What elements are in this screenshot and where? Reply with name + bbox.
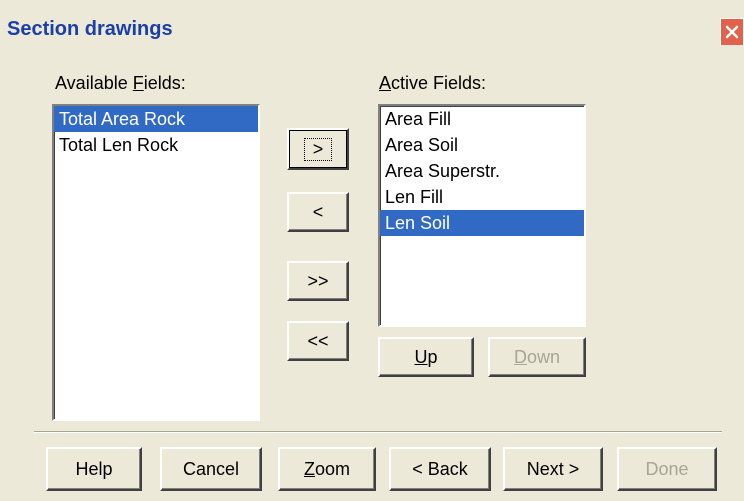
remove-all-fields-button[interactable]: <<	[287, 321, 349, 361]
available-fields-list[interactable]: Total Area Rock Total Len Rock	[52, 104, 260, 421]
title-bar: Section drawings	[0, 0, 744, 46]
zoom-button[interactable]: Zoom	[278, 447, 376, 491]
list-item[interactable]: Area Fill	[380, 106, 584, 132]
list-item[interactable]: Len Fill	[380, 184, 584, 210]
active-fields-list[interactable]: Area Fill Area Soil Area Superstr. Len Fill…	[378, 104, 586, 327]
done-button[interactable]: Done	[617, 447, 717, 491]
available-fields-label: Available Fields:	[55, 73, 186, 93]
help-button[interactable]: Help	[46, 447, 142, 491]
window-title: Section drawings	[7, 18, 173, 40]
close-button[interactable]	[720, 18, 744, 46]
list-item[interactable]: Total Len Rock	[54, 132, 258, 158]
active-fields-label: Active Fields:	[379, 73, 487, 93]
remove-field-button[interactable]: <	[287, 192, 349, 232]
move-down-button[interactable]: Down	[488, 337, 586, 377]
list-item[interactable]: Area Superstr.	[380, 158, 584, 184]
next-button[interactable]: Next >	[503, 447, 603, 491]
list-item[interactable]: Total Area Rock	[54, 106, 258, 132]
move-up-button[interactable]: Up	[378, 337, 474, 377]
dialog-body: Available Fields: Total Area Rock Total L…	[0, 45, 744, 501]
separator	[34, 431, 722, 433]
back-button[interactable]: < Back	[389, 447, 491, 491]
cancel-button[interactable]: Cancel	[160, 447, 262, 491]
list-item[interactable]: Area Soil	[380, 132, 584, 158]
add-all-fields-button[interactable]: >>	[287, 261, 349, 301]
close-icon	[725, 25, 739, 39]
list-item[interactable]: Len Soil	[380, 210, 584, 236]
add-field-button[interactable]: >	[287, 128, 349, 170]
